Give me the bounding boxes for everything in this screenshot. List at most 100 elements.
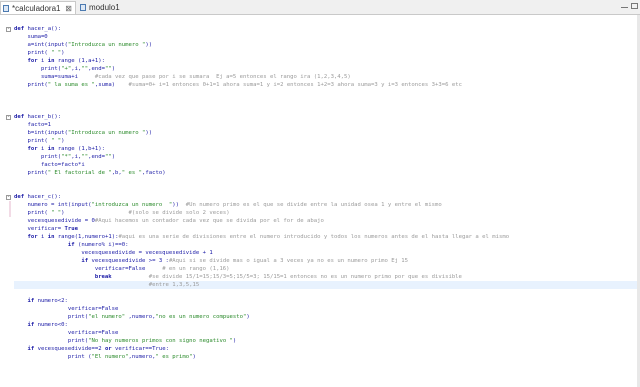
code-token: verificar=False	[14, 330, 119, 336]
change-marker	[9, 209, 11, 217]
code-token: " es "	[121, 170, 143, 176]
code-token: "no es un numero compuesto"	[155, 314, 247, 320]
code-token: True	[64, 226, 79, 232]
code-token: )	[61, 138, 65, 144]
code-token: numero = int(input(	[14, 202, 92, 208]
close-icon[interactable]: ⊠	[65, 2, 72, 15]
code-line[interactable]: print(" la suma es ",suma) #suma=0+ i=1 …	[14, 81, 462, 90]
code-token: "*"	[61, 154, 72, 160]
code-token: print	[14, 66, 58, 72]
code-token: print	[14, 354, 89, 360]
fold-toggle-icon[interactable]: -	[6, 27, 11, 32]
code-token: " "	[51, 50, 62, 56]
tab-label: *calculadora1	[12, 4, 61, 13]
code-token: #Aqui hacemos un contador cada vez que s…	[94, 218, 324, 224]
code-token: #Un numero primo es el que se divide ent…	[185, 202, 442, 208]
code-token: hacer_b():	[27, 114, 62, 120]
code-token: hacer_c():	[27, 194, 62, 200]
code-token: print	[14, 210, 45, 216]
code-token: ,facto)	[142, 170, 166, 176]
code-token: "+"	[61, 66, 72, 72]
code-token: if	[14, 242, 78, 248]
code-token: ))	[145, 130, 153, 136]
code-token: "El numero"	[91, 354, 129, 360]
code-token: if	[14, 298, 38, 304]
code-token: "No hay numeros primos con signo negativ…	[88, 338, 233, 344]
fold-toggle-icon[interactable]: -	[6, 195, 11, 200]
code-token: ""	[104, 154, 112, 160]
code-token: verificar=False	[14, 266, 163, 272]
code-token: "introduzca un numero "	[91, 202, 173, 208]
code-token: range (1,a+1):	[57, 58, 105, 64]
code-token: ,suma)	[94, 82, 129, 88]
code-token: if	[14, 322, 38, 328]
code-token: #Aqui si se divide mas o igual a 3 veces…	[168, 258, 409, 264]
code-token: #suma=0+ i=1 entonces 0+1=1 ahora suma=1…	[128, 82, 462, 88]
fold-toggle-icon[interactable]: -	[6, 115, 11, 120]
code-token: vecesquesedivide >= 3 :	[91, 258, 169, 264]
tab-label: modulo1	[89, 3, 120, 12]
code-token: if	[14, 258, 92, 264]
code-editor[interactable]: - def hacer_a(): suma=0 a=int(input("Intr…	[0, 15, 640, 387]
code-token: )	[61, 50, 65, 56]
code-token: def	[14, 26, 28, 32]
code-token: " El factorial de "	[47, 170, 112, 176]
code-token: print	[14, 338, 85, 344]
code-token: vecesquesedivide = vecesquesedivide + 1	[14, 250, 213, 256]
code-token: in	[47, 234, 58, 240]
code-token: for	[14, 58, 41, 64]
code-token: ,numero,	[125, 314, 156, 320]
code-token: " "	[51, 138, 62, 144]
change-marker	[9, 201, 11, 209]
code-token: )	[111, 154, 116, 160]
tab-modulo1[interactable]: modulo1	[78, 1, 138, 14]
code-token: print	[14, 50, 45, 56]
code-token: ,end=	[88, 154, 105, 160]
code-token: ,b,	[111, 170, 122, 176]
code-token: numero<2:	[37, 298, 68, 304]
code-token: " la suma es "	[47, 82, 95, 88]
code-token: i	[40, 146, 48, 152]
editor-tab-bar: *calculadora1 ⊠ modulo1	[0, 0, 640, 15]
code-token: in	[47, 58, 58, 64]
code-token: )	[111, 66, 116, 72]
code-token: print	[14, 138, 45, 144]
minimize-icon[interactable]	[621, 4, 628, 8]
maximize-icon[interactable]	[631, 3, 638, 9]
code-token: print	[14, 314, 85, 320]
code-token: hacer_a():	[27, 26, 62, 32]
code-token: ""	[104, 66, 112, 72]
code-token: print	[14, 154, 58, 160]
code-token: b=int(input(	[14, 130, 68, 136]
code-token: def	[14, 114, 28, 120]
code-token: )	[232, 338, 237, 344]
code-token: vecesquesedivide = 0	[14, 218, 95, 224]
code-token: verificar==True:	[115, 346, 169, 352]
code-token: ,i,	[71, 66, 82, 72]
code-token: (numero% i)==0:	[78, 242, 129, 248]
code-token: i	[40, 58, 48, 64]
code-token: suma=0	[14, 34, 48, 40]
code-line[interactable]: print(" El factorial de ",b," es ",facto…	[14, 169, 166, 178]
python-file-icon	[80, 4, 86, 11]
code-token: )	[192, 354, 196, 360]
code-token: "el numero"	[88, 314, 126, 320]
code-token: # en un rango (1,16)	[162, 266, 230, 272]
code-token: range (1,b+1):	[57, 146, 105, 152]
code-token: #cada vez que pase por i se sumara Ej a=…	[94, 74, 351, 80]
tab-calculadora1[interactable]: *calculadora1 ⊠	[0, 1, 76, 14]
code-token: facto=1	[14, 122, 52, 128]
code-token: " es primo"	[155, 354, 193, 360]
code-token: #se divide 15/1=15;15/3=5;15/5=3; 15/15=…	[148, 274, 462, 280]
code-token: in	[47, 146, 58, 152]
code-token: #aqui es una serie de divisiones entre e…	[118, 234, 510, 240]
code-line[interactable]: print ("El numero",numero," es primo")	[14, 353, 196, 362]
code-token: i	[40, 234, 48, 240]
code-token: ,i,	[71, 154, 82, 160]
code-token: facto=facto*i	[14, 162, 85, 168]
code-token: break	[14, 274, 112, 280]
code-token: #entre 1,3,5,15	[14, 282, 200, 288]
code-token: if	[14, 346, 38, 352]
code-line[interactable]: #entre 1,3,5,15	[14, 281, 200, 290]
